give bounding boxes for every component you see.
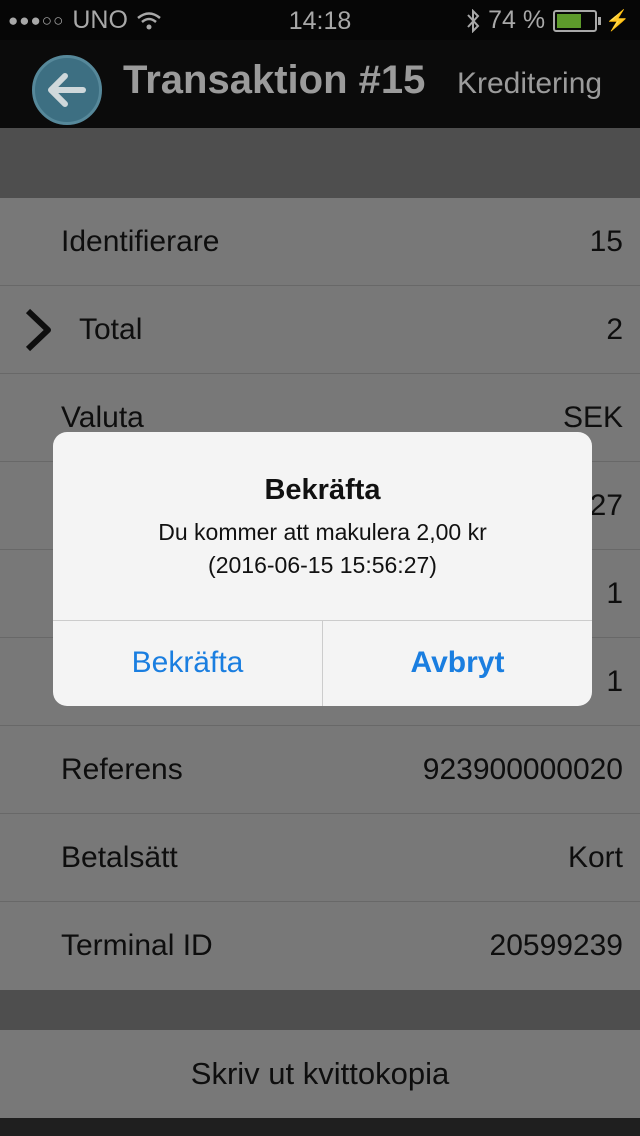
- row-label: Referens: [61, 753, 183, 786]
- page-title: Transaktion #15: [123, 58, 426, 102]
- battery-icon: [553, 9, 602, 32]
- row-label: Terminal ID: [61, 929, 213, 962]
- bottom-bar: [0, 1118, 640, 1136]
- row-value: 2: [606, 313, 623, 346]
- row-value: SEK: [562, 401, 623, 434]
- row-value: 1: [606, 665, 623, 698]
- battery-percent: 74 %: [488, 6, 546, 34]
- dialog-confirm-button[interactable]: Bekräfta: [53, 620, 322, 706]
- row-value: 15: [589, 225, 623, 258]
- row-value: 1: [606, 577, 623, 610]
- row-terminal-id: Terminal ID 20599239: [0, 902, 640, 990]
- row-value: 27: [589, 489, 623, 522]
- row-label: Valuta: [61, 401, 144, 434]
- print-receipt-copy-button[interactable]: Skriv ut kvittokopia: [0, 1030, 640, 1118]
- back-button[interactable]: [32, 55, 102, 125]
- section-header: [0, 128, 640, 198]
- transaction-type: Kreditering: [457, 67, 603, 100]
- row-label: Total: [79, 313, 143, 346]
- row-total[interactable]: Total 2: [0, 286, 640, 374]
- row-value: 20599239: [489, 929, 623, 962]
- arrow-left-icon: [48, 73, 86, 107]
- row-value: Kort: [567, 841, 623, 874]
- status-bar: ●●●○○ UNO 14:18 74 % ⚡: [0, 0, 640, 40]
- row-identifier: Identifierare 15: [0, 198, 640, 286]
- row-value: 923900000020: [422, 753, 623, 786]
- row-reference: Referens 923900000020: [0, 726, 640, 814]
- row-label: Identifierare: [61, 225, 220, 258]
- dialog-message-amount: Du kommer att makulera 2,00 kr: [158, 519, 487, 545]
- section-separator: [0, 990, 640, 1030]
- charging-icon: ⚡: [605, 10, 630, 32]
- chevron-right-icon: [25, 308, 51, 352]
- dialog-message-date: (2016-06-15 15:56:27): [208, 552, 437, 578]
- dialog-message: Du kommer att makulera 2,00 kr (2016-06-…: [53, 516, 592, 582]
- dialog-cancel-button[interactable]: Avbryt: [323, 620, 592, 706]
- navigation-bar: Transaktion #15 Kreditering: [0, 40, 640, 128]
- row-label: Betalsätt: [61, 841, 178, 874]
- confirm-dialog: Bekräfta Du kommer att makulera 2,00 kr …: [53, 432, 592, 706]
- dialog-title: Bekräfta: [264, 474, 381, 506]
- bluetooth-icon: [467, 8, 480, 33]
- row-payment-method: Betalsätt Kort: [0, 814, 640, 902]
